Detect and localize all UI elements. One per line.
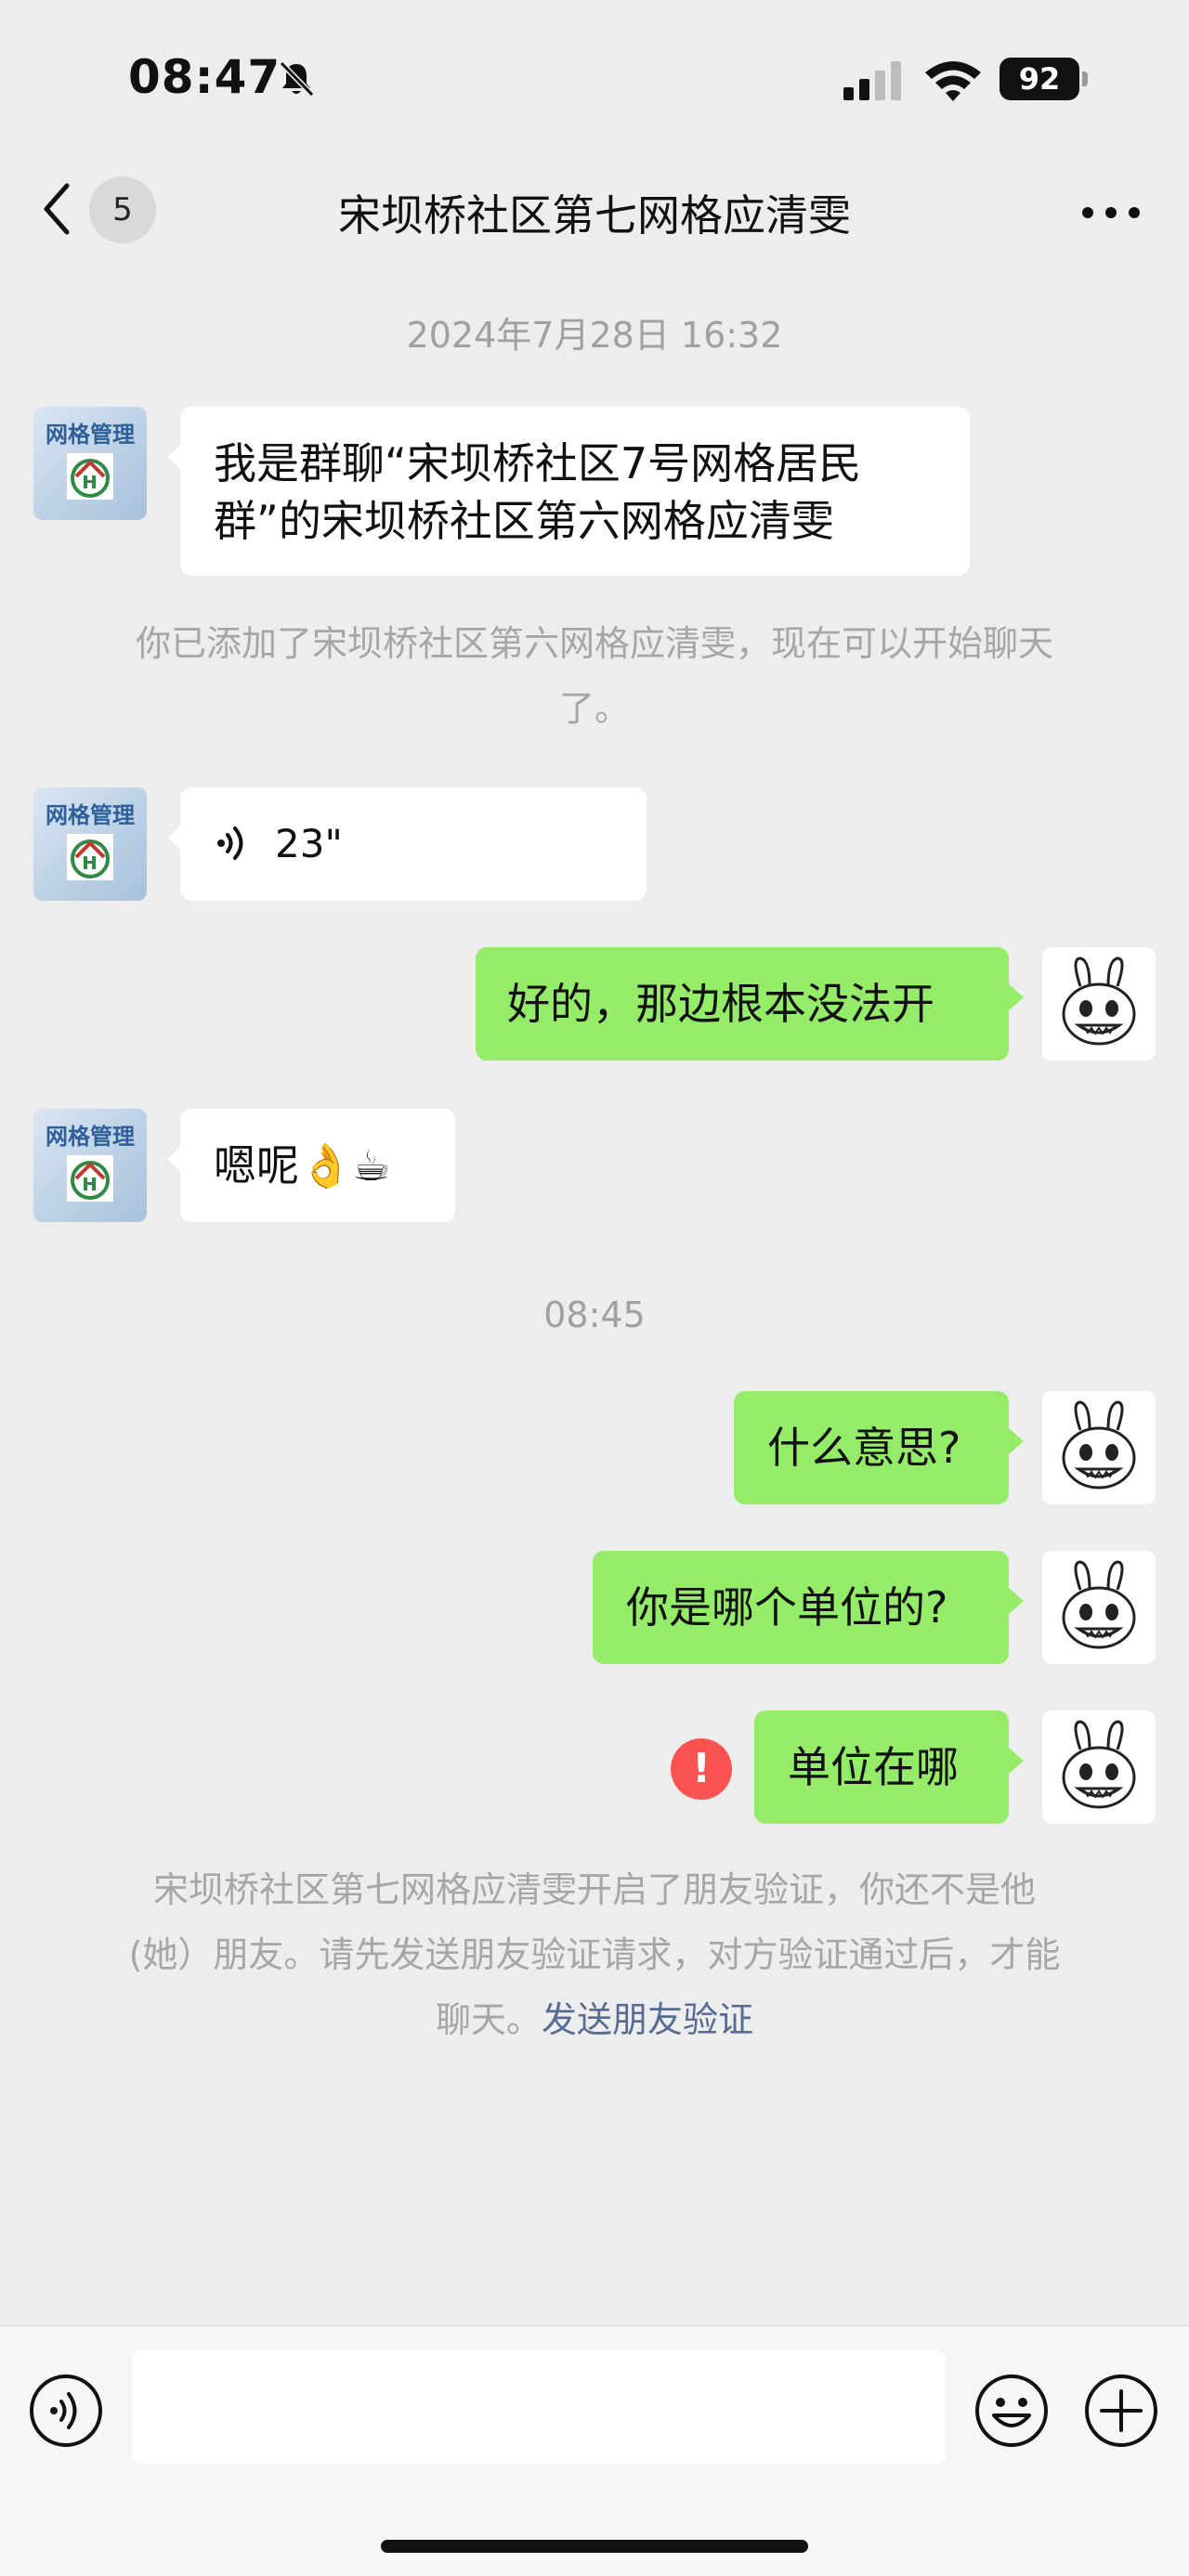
plus-icon[interactable]: [1083, 2373, 1159, 2449]
notice-line-with-link: 聊天。发送朋友验证: [84, 1987, 1105, 2052]
message-timestamp: 2024年7月28日 16:32: [406, 315, 783, 356]
friend-verification-notice: 宋坝桥社区第七网格应清雯开启了朋友验证，你还不是他 (她）朋友。请先发送朋友验证…: [84, 1857, 1105, 2052]
contact-avatar[interactable]: 网格管理: [33, 1109, 147, 1222]
notice-line: (她）朋友。请先发送朋友验证请求，对方验证通过后，才能: [128, 1934, 1061, 1975]
bunny-avatar-icon: [1062, 1560, 1136, 1649]
notice-line: 宋坝桥社区第七网格应清雯开启了朋友验证，你还不是他: [152, 1869, 1036, 1910]
contact-avatar[interactable]: 网格管理: [33, 407, 147, 520]
battery-cap: [1082, 72, 1088, 86]
message-input[interactable]: [132, 2350, 946, 2464]
send-failed-icon[interactable]: !: [671, 1738, 732, 1800]
chat-screen: 08:47 92 5 宋坝桥社区第七网格应清雯 2024年7月28日 16:32…: [0, 0, 1189, 2576]
system-notice-line: 你已添加了宋坝桥社区第六网格应清雯，现在可以开始聊天: [135, 623, 1053, 664]
house-logo-icon: [67, 1155, 113, 1202]
avatar-label: 网格管理: [46, 802, 135, 828]
voice-message-bubble[interactable]: 23": [167, 787, 647, 901]
battery-indicator: 92: [1000, 58, 1088, 100]
bunny-avatar-icon: [1062, 1720, 1136, 1809]
unread-count-badge[interactable]: 5: [89, 176, 156, 243]
incoming-message-bubble[interactable]: 我是群聊“宋坝桥社区7号网格居民 群”的宋坝桥社区第六网格应清雯: [167, 407, 970, 576]
cellular-signal-icon: [843, 61, 901, 100]
bunny-avatar-icon: [1062, 956, 1136, 1046]
message-text: 什么意思?: [767, 1423, 961, 1473]
avatar-label: 网格管理: [46, 422, 135, 448]
message-text-continued: 群”的宋坝桥社区第六网格应清雯: [214, 496, 834, 546]
message-text: 你是哪个单位的?: [626, 1582, 948, 1633]
battery-level: 92: [1000, 58, 1079, 100]
outgoing-message-bubble[interactable]: 好的，那边根本没法开: [476, 947, 1024, 1060]
input-bar: [0, 2325, 1189, 2576]
my-avatar[interactable]: [1042, 947, 1156, 1060]
notice-text: 聊天。: [435, 1999, 542, 2040]
more-options-icon[interactable]: [1081, 206, 1141, 219]
system-notice-line: 了。: [558, 688, 630, 729]
chat-title: 宋坝桥社区第七网格应清雯: [338, 190, 851, 241]
message-text: 嗯呢👌☕: [214, 1140, 391, 1190]
voice-input-icon[interactable]: [28, 2373, 104, 2449]
status-bar: 08:47 92: [0, 0, 1189, 149]
avatar-label: 网格管理: [46, 1124, 135, 1150]
house-logo-icon: [67, 834, 113, 880]
mute-bell-icon: [279, 60, 315, 98]
outgoing-message-bubble[interactable]: 单位在哪: [754, 1711, 1024, 1824]
house-logo-icon: [67, 453, 113, 500]
message-text: 好的，那边根本没法开: [507, 979, 934, 1029]
bunny-avatar-icon: [1062, 1400, 1136, 1490]
my-avatar[interactable]: [1042, 1551, 1156, 1664]
chat-header: 5 宋坝桥社区第七网格应清雯: [0, 149, 1189, 269]
home-indicator[interactable]: [381, 2540, 808, 2553]
emoji-icon[interactable]: [973, 2373, 1050, 2449]
status-time: 08:47: [128, 50, 281, 104]
my-avatar[interactable]: [1042, 1711, 1156, 1824]
outgoing-message-bubble[interactable]: 什么意思?: [734, 1391, 1024, 1504]
voice-wave-icon: [217, 826, 243, 860]
contact-avatar[interactable]: 网格管理: [33, 787, 147, 901]
outgoing-message-bubble[interactable]: 你是哪个单位的?: [593, 1551, 1024, 1664]
voice-duration: 23": [275, 821, 343, 866]
send-friend-verification-link[interactable]: 发送朋友验证: [542, 1999, 753, 2040]
incoming-message-bubble[interactable]: 嗯呢👌☕: [167, 1109, 455, 1222]
my-avatar[interactable]: [1042, 1391, 1156, 1504]
system-notice: 你已添加了宋坝桥社区第六网格应清雯，现在可以开始聊天 了。: [84, 611, 1105, 741]
wifi-icon: [925, 61, 981, 101]
back-chevron-icon[interactable]: [37, 180, 78, 238]
message-text: 单位在哪: [788, 1742, 959, 1792]
message-text: 我是群聊“宋坝桥社区7号网格居民: [214, 438, 862, 488]
message-timestamp: 08:45: [543, 1295, 646, 1335]
